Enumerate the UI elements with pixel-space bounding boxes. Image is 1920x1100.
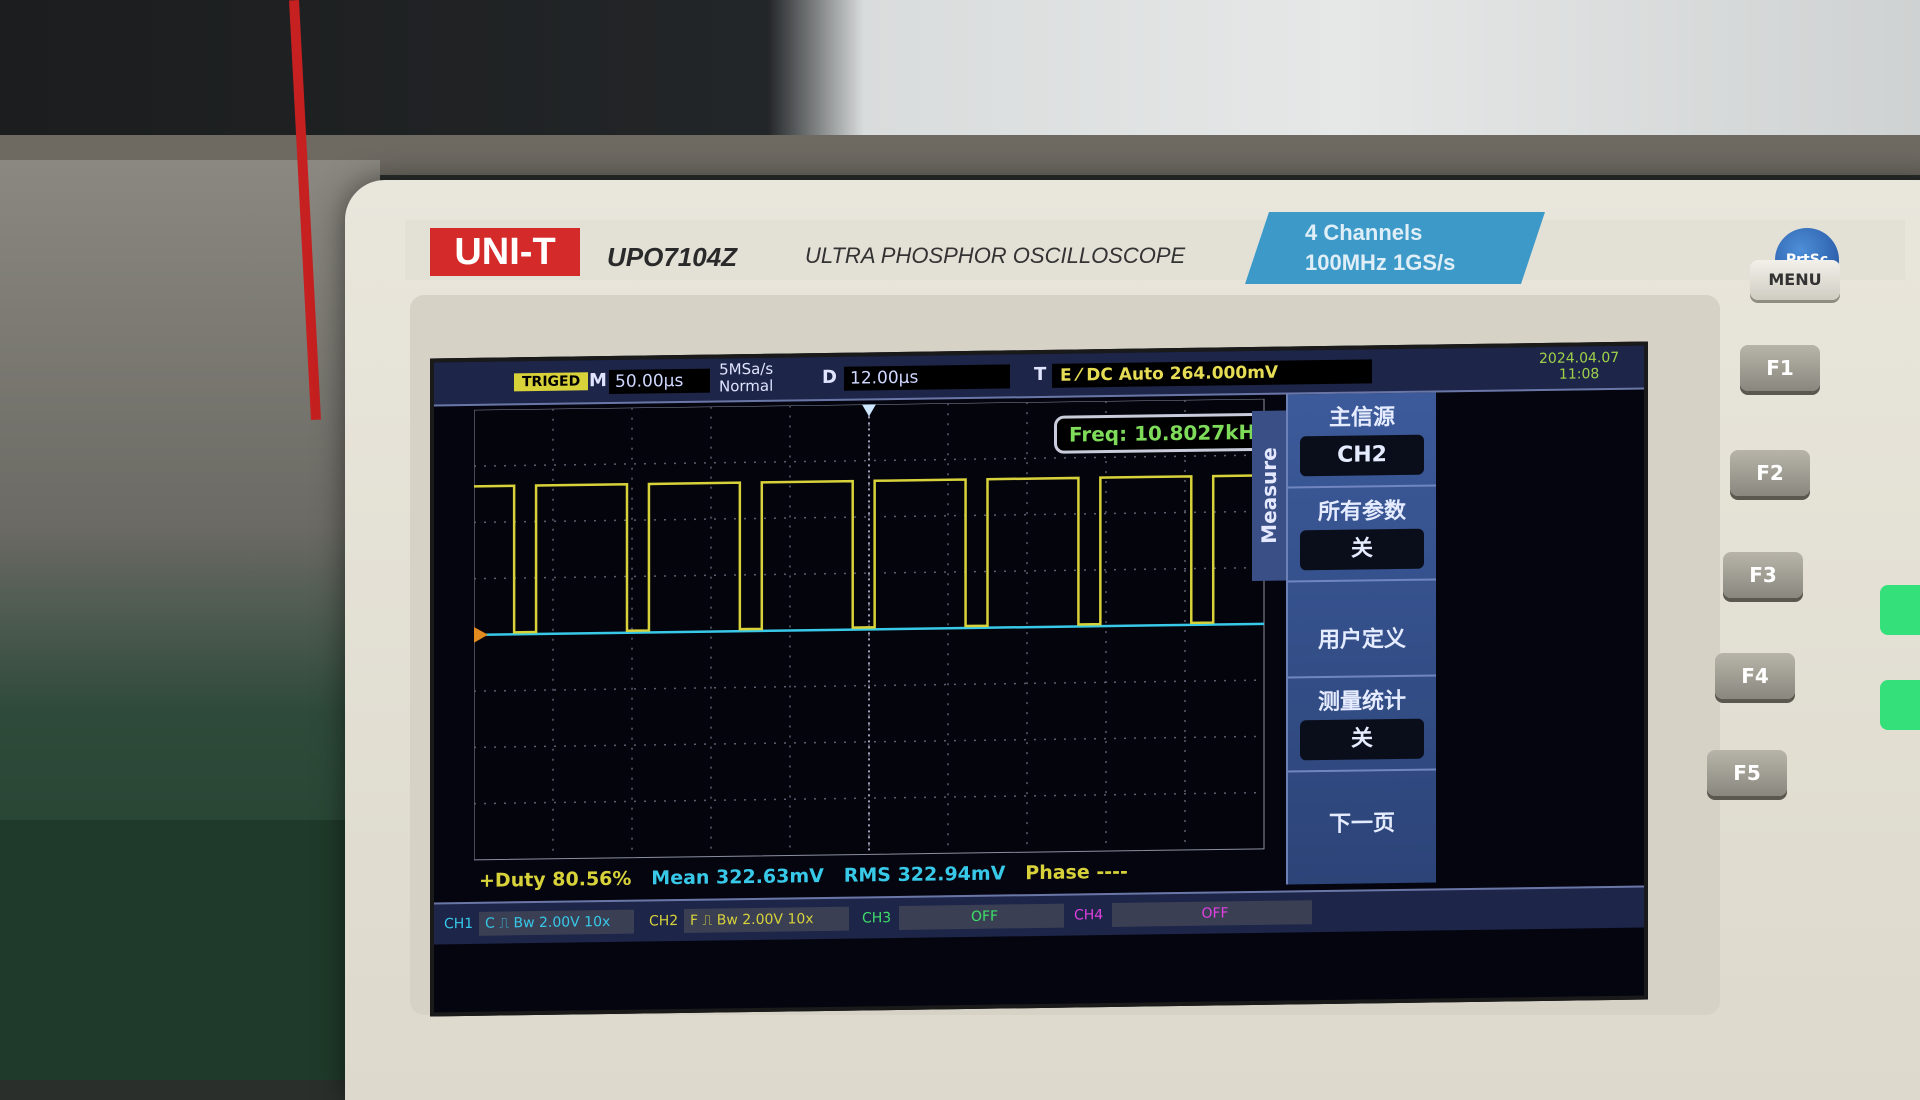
f2-button[interactable]: F2 [1730, 450, 1810, 496]
menu-divider [1288, 484, 1436, 489]
acquisition-mode: Normal [719, 376, 774, 396]
menu-user-defined[interactable]: 用户定义 [1288, 620, 1436, 654]
menu-divider [1288, 768, 1436, 773]
sample-rate: 5MSa/s [719, 359, 774, 379]
f4-button[interactable]: F4 [1715, 653, 1795, 699]
ch1-label[interactable]: CH1 [444, 912, 473, 936]
f1-button[interactable]: F1 [1740, 345, 1820, 391]
trigger-label: T [1034, 363, 1047, 386]
ch2-label[interactable]: CH2 [649, 909, 678, 933]
menu-button[interactable]: MENU [1750, 260, 1840, 300]
menu-all-params-label: 所有参数 [1317, 498, 1406, 526]
delay-label: D [822, 366, 837, 389]
spec-bandwidth: 100MHz 1GS/s [1305, 250, 1456, 275]
brand-logo: UNI-T [430, 228, 580, 276]
duty-readout: +Duty 80.56% [479, 867, 632, 892]
measure-tab[interactable]: Measure [1252, 410, 1286, 582]
ch3-setting: OFF [899, 903, 1064, 930]
menu-stats-value[interactable]: 关 [1300, 718, 1424, 761]
rms-readout: RMS 322.94mV [843, 862, 1006, 887]
ch1-setting: C ⎍ Bw 2.00V 10x [479, 909, 634, 936]
frequency-readout: Freq: 10.8027kHz [1054, 412, 1282, 454]
model-name: UPO7104Z [607, 242, 738, 272]
display-screen: TRIGED M 50.00μs 5MSa/s Normal D 12.00μs… [430, 341, 1648, 1017]
channel-key-green[interactable] [1880, 585, 1920, 635]
date: 2024.04.07 [1539, 349, 1620, 368]
menu-divider [1288, 578, 1436, 583]
oscilloscope: UNI-T UPO7104Z ULTRA PHOSPHOR OSCILLOSCO… [345, 180, 1920, 1100]
datetime: 2024.04.07 11:08 [1539, 350, 1619, 383]
delay-value: 12.00μs [844, 364, 1010, 391]
product-subtitle: ULTRA PHOSPHOR OSCILLOSCOPE [805, 243, 1186, 268]
background-top [0, 0, 1920, 150]
menu-source-label: 主信源 [1328, 405, 1395, 431]
channel-bar: CH1 C ⎍ Bw 2.00V 10x CH2 F ⎍ Bw 2.00V 10… [434, 885, 1644, 945]
menu-divider [1288, 674, 1436, 679]
trigger-setting: E ⁄ DC Auto 264.000mV [1052, 359, 1372, 388]
mean-readout: Mean 322.63mV [651, 865, 824, 890]
ch4-label[interactable]: CH4 [1074, 903, 1103, 927]
menu-all-params-value[interactable]: 关 [1300, 528, 1424, 571]
timebase-value: 50.00μs [609, 368, 710, 395]
ch3-label[interactable]: CH3 [862, 906, 891, 930]
menu-source-value[interactable]: CH2 [1300, 434, 1424, 477]
measure-menu: 主信源 CH2 所有参数 关 用户定义 测量统计 关 下一页 [1286, 392, 1436, 885]
ch2-setting: F ⎍ Bw 2.00V 10x [684, 906, 849, 933]
trigger-state-badge: TRIGED [514, 372, 589, 392]
f5-button[interactable]: F5 [1707, 750, 1787, 796]
time: 11:08 [1558, 366, 1600, 383]
spec-badge: 4 Channels 100MHz 1GS/s [1245, 212, 1545, 284]
ch4-setting: OFF [1112, 900, 1312, 927]
menu-next-page[interactable]: 下一页 [1288, 804, 1436, 838]
spec-channels: 4 Channels [1305, 220, 1423, 245]
f3-button[interactable]: F3 [1723, 552, 1803, 598]
waveform-plot [474, 398, 1265, 890]
acquisition-info: 5MSa/s Normal [719, 359, 774, 396]
phase-readout: Phase ---- [1025, 860, 1128, 885]
timebase-label: M [589, 370, 607, 392]
menu-stats-label: 测量统计 [1317, 688, 1406, 716]
channel-key-green[interactable] [1880, 680, 1920, 730]
waveform-graticule [474, 398, 1265, 861]
